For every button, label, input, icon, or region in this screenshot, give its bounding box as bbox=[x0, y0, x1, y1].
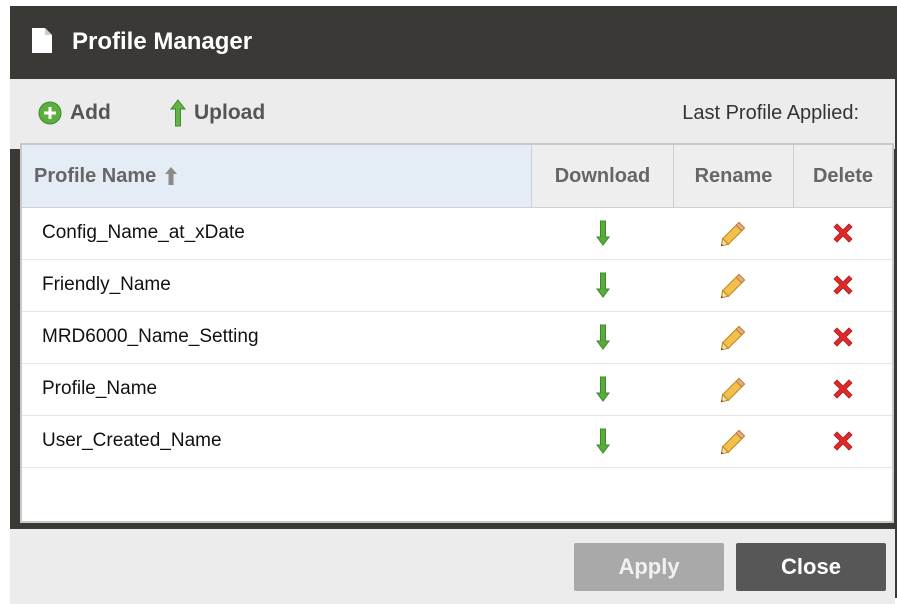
plus-circle-icon bbox=[38, 101, 62, 125]
profile-name-header-label: Profile Name bbox=[34, 164, 157, 187]
upload-label: Upload bbox=[194, 101, 266, 124]
pencil-icon bbox=[720, 377, 746, 403]
download-button[interactable] bbox=[532, 259, 674, 311]
close-button[interactable]: Close bbox=[736, 543, 886, 591]
pencil-icon bbox=[720, 429, 746, 455]
arrow-down-icon bbox=[596, 220, 610, 246]
delete-button[interactable] bbox=[794, 311, 892, 363]
table-header: Profile Name Download Rename Delete bbox=[22, 145, 892, 208]
profile-name-cell: User_Created_Name bbox=[42, 430, 222, 451]
red-x-icon bbox=[833, 379, 853, 399]
add-button[interactable]: Add bbox=[38, 99, 111, 127]
column-header-download[interactable]: Download bbox=[532, 145, 674, 207]
pencil-icon bbox=[720, 273, 746, 299]
red-x-icon bbox=[833, 275, 853, 295]
arrow-down-icon bbox=[596, 428, 610, 454]
apply-button[interactable]: Apply bbox=[574, 543, 724, 591]
dialog-footer: Apply Close bbox=[10, 529, 895, 604]
red-x-icon bbox=[833, 327, 853, 347]
upload-button[interactable]: Upload bbox=[170, 99, 265, 127]
pencil-icon bbox=[720, 221, 746, 247]
column-header-profile-name[interactable]: Profile Name bbox=[22, 145, 532, 207]
arrow-down-icon bbox=[596, 376, 610, 402]
pencil-icon bbox=[720, 325, 746, 351]
profile-name-cell: Profile_Name bbox=[42, 378, 158, 399]
dialog-title: Profile Manager bbox=[72, 28, 253, 55]
arrow-down-icon bbox=[596, 324, 610, 350]
download-button[interactable] bbox=[532, 311, 674, 363]
profile-name-cell: Config_Name_at_xDate bbox=[42, 222, 245, 243]
table-row[interactable]: User_Created_Name bbox=[22, 415, 892, 468]
table-row[interactable]: Friendly_Name bbox=[22, 259, 892, 312]
rename-button[interactable] bbox=[674, 311, 794, 363]
rename-button[interactable] bbox=[674, 259, 794, 311]
add-label: Add bbox=[70, 101, 111, 124]
table-row[interactable]: MRD6000_Name_Setting bbox=[22, 311, 892, 364]
download-button[interactable] bbox=[532, 207, 674, 259]
red-x-icon bbox=[833, 223, 853, 243]
delete-button[interactable] bbox=[794, 207, 892, 259]
rename-button[interactable] bbox=[674, 415, 794, 467]
title-bar: Profile Manager bbox=[10, 6, 897, 79]
table-row[interactable]: Config_Name_at_xDate bbox=[22, 207, 892, 260]
column-header-rename[interactable]: Rename bbox=[674, 145, 794, 207]
table-row[interactable]: Profile_Name bbox=[22, 363, 892, 416]
delete-button[interactable] bbox=[794, 259, 892, 311]
rename-button[interactable] bbox=[674, 363, 794, 415]
red-x-icon bbox=[833, 431, 853, 451]
profile-table: Profile Name Download Rename Delete Conf… bbox=[20, 143, 894, 523]
sort-ascending-icon bbox=[165, 167, 178, 185]
profile-name-cell: MRD6000_Name_Setting bbox=[42, 326, 259, 347]
download-button[interactable] bbox=[532, 415, 674, 467]
delete-button[interactable] bbox=[794, 415, 892, 467]
column-header-delete[interactable]: Delete bbox=[794, 145, 892, 207]
document-icon bbox=[32, 28, 52, 53]
download-button[interactable] bbox=[532, 363, 674, 415]
rename-button[interactable] bbox=[674, 207, 794, 259]
profile-name-cell: Friendly_Name bbox=[42, 274, 171, 295]
delete-button[interactable] bbox=[794, 363, 892, 415]
arrow-down-icon bbox=[596, 272, 610, 298]
arrow-up-icon bbox=[170, 99, 186, 127]
toolbar: Add Upload Last Profile Applied: bbox=[10, 79, 895, 149]
last-profile-applied-label: Last Profile Applied: bbox=[682, 102, 859, 124]
